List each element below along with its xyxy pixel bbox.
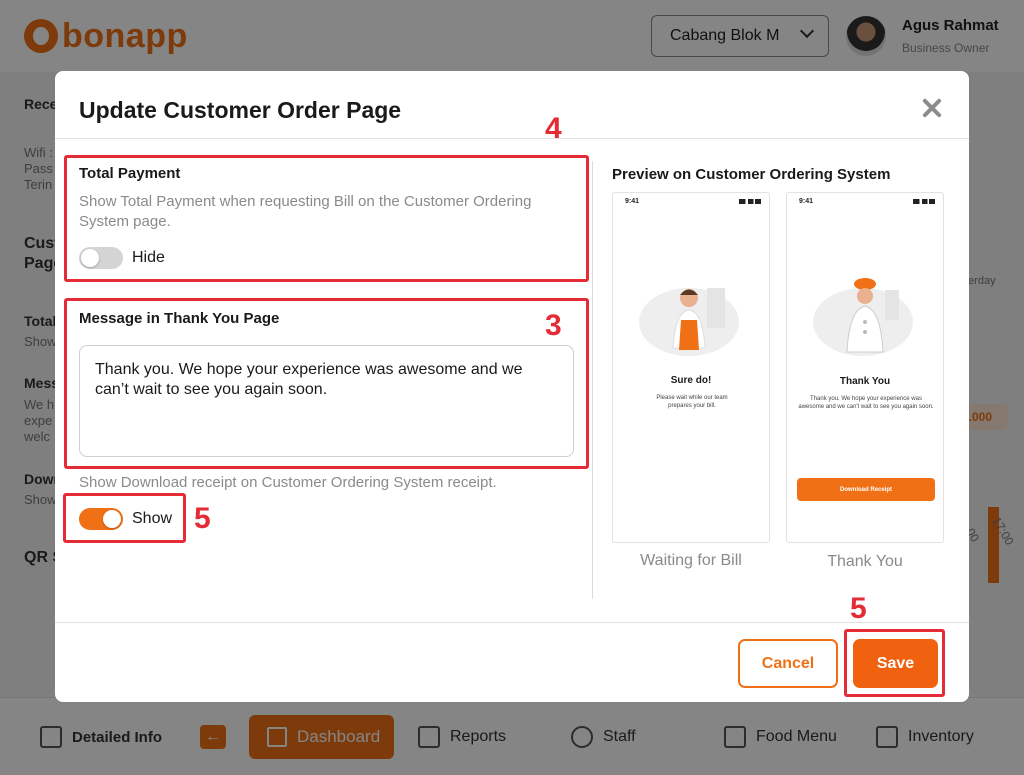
chef-illustration-icon (813, 278, 913, 356)
preview-title: Preview on Customer Ordering System (612, 166, 891, 183)
download-receipt-toggle-label: Show (132, 510, 173, 527)
divider (55, 138, 969, 139)
phone-subtext: Please wait while our team prepares your… (656, 395, 728, 409)
thank-you-title: Message in Thank You Page (79, 310, 280, 327)
thank-you-message-textarea[interactable]: Thank you. We hope your experience was a… (79, 345, 574, 457)
total-payment-toggle[interactable] (79, 247, 123, 269)
phone-heading: Sure do! (670, 375, 712, 386)
phone-status-icon (739, 199, 761, 204)
modal-title: Update Customer Order Page (79, 97, 402, 123)
phone-time: 9:41 (625, 198, 640, 205)
annotation-number: 5 (850, 592, 867, 625)
total-payment-description: Show Total Payment when requesting Bill … (79, 193, 532, 230)
vertical-divider (592, 161, 593, 599)
download-receipt-description: Show Download receipt on Customer Orderi… (79, 474, 497, 491)
annotation-number: 3 (545, 309, 562, 342)
toggle-knob (81, 249, 99, 267)
close-icon[interactable] (917, 93, 947, 123)
download-receipt-toggle[interactable] (79, 508, 123, 530)
phone-heading: Thank You (839, 376, 891, 387)
divider (55, 622, 969, 623)
cancel-button[interactable]: Cancel (738, 639, 838, 688)
waiter-illustration-icon (639, 288, 739, 356)
update-customer-order-modal: Update Customer Order Page Total Payment… (55, 71, 969, 702)
annotation-number: 4 (545, 112, 562, 145)
total-payment-title: Total Payment (79, 165, 181, 182)
phone-preview-thank-you: 9:41 Thank You Thank you. We hope your e… (786, 192, 944, 543)
waiting-for-bill-caption: Waiting for Bill (640, 552, 742, 569)
phone-time: 9:41 (799, 198, 814, 205)
phone-status-icon (913, 199, 935, 204)
save-button[interactable]: Save (853, 639, 938, 688)
total-payment-toggle-label: Hide (132, 249, 165, 266)
phone-subtext: Thank you. We hope your experience was a… (798, 396, 934, 410)
download-receipt-preview-button: Download Receipt (797, 478, 935, 501)
thank-you-caption: Thank You (827, 553, 903, 570)
annotation-number: 5 (194, 502, 211, 535)
toggle-knob (103, 510, 121, 528)
phone-preview-waiting: 9:41 Sure do! Please wait while our team… (612, 192, 770, 543)
